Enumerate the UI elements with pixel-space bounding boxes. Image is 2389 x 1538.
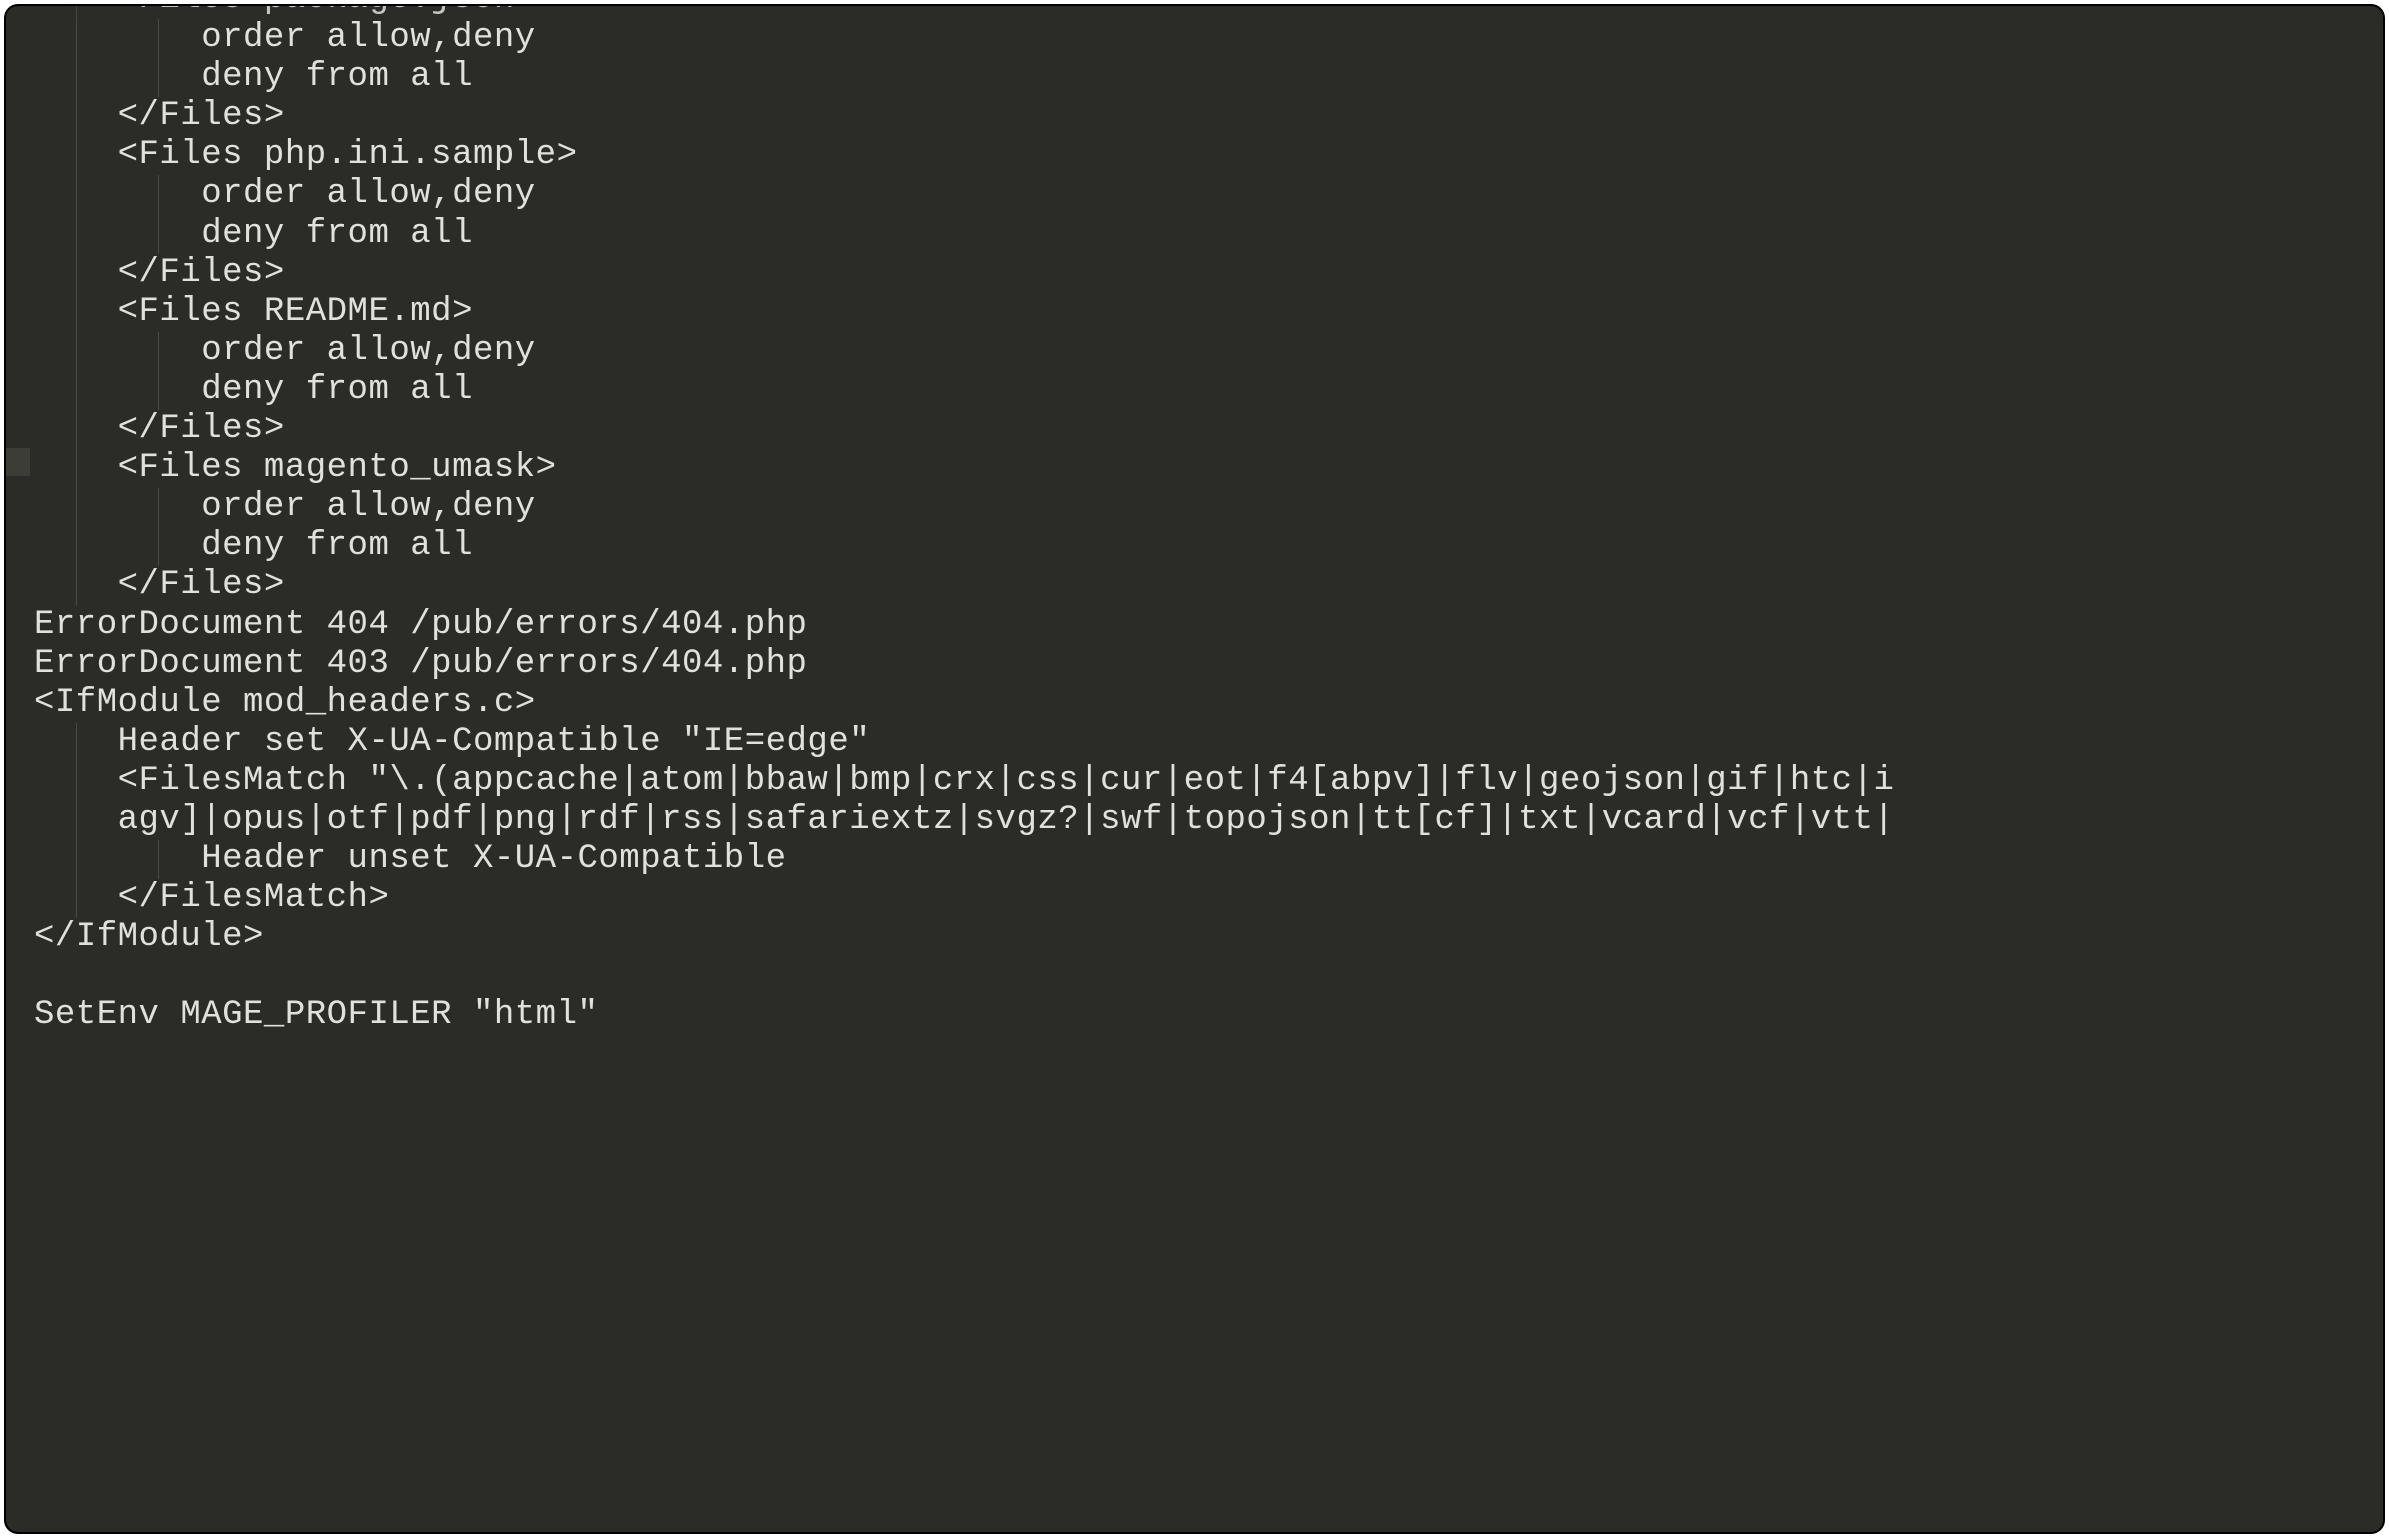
- indent-guide: [76, 879, 77, 918]
- code-line[interactable]: </Files>: [34, 97, 2383, 136]
- indent-guide: [76, 19, 77, 58]
- indent-guide: [76, 488, 77, 527]
- indent-guide: [76, 58, 77, 97]
- indent-guide: [76, 293, 77, 332]
- code-line[interactable]: order allow,deny: [34, 19, 2383, 58]
- code-line[interactable]: <Files magento_umask>: [34, 449, 2383, 488]
- code-line[interactable]: <Files package.json>: [34, 4, 2383, 19]
- indent-guide: [76, 175, 77, 214]
- code-line[interactable]: </IfModule>: [34, 918, 2383, 957]
- indent-guide: [76, 254, 77, 293]
- code-line[interactable]: ErrorDocument 403 /pub/errors/404.php: [34, 645, 2383, 684]
- indent-guide: [76, 527, 77, 566]
- indent-guide: [158, 488, 159, 527]
- indent-guide: [158, 840, 159, 879]
- code-line[interactable]: deny from all: [34, 215, 2383, 254]
- code-line[interactable]: order allow,deny: [34, 488, 2383, 527]
- indent-guide: [158, 19, 159, 58]
- code-line[interactable]: agv]|opus|otf|pdf|png|rdf|rss|safariextz…: [34, 801, 2383, 840]
- code-line[interactable]: </Files>: [34, 410, 2383, 449]
- indent-guide: [158, 371, 159, 410]
- code-line[interactable]: Header unset X-UA-Compatible: [34, 840, 2383, 879]
- indent-guide: [76, 449, 77, 488]
- indent-guide: [76, 4, 77, 19]
- code-line[interactable]: Header set X-UA-Compatible "IE=edge": [34, 723, 2383, 762]
- code-line[interactable]: </Files>: [34, 254, 2383, 293]
- indent-guide: [76, 215, 77, 254]
- code-line[interactable]: <FilesMatch "\.(appcache|atom|bbaw|bmp|c…: [34, 762, 2383, 801]
- code-line[interactable]: </FilesMatch>: [34, 879, 2383, 918]
- indent-guide: [76, 840, 77, 879]
- code-line[interactable]: <IfModule mod_headers.c>: [34, 684, 2383, 723]
- code-line[interactable]: order allow,deny: [34, 175, 2383, 214]
- indent-guide: [76, 371, 77, 410]
- indent-guide: [76, 762, 77, 801]
- code-line[interactable]: <Files php.ini.sample>: [34, 136, 2383, 175]
- indent-guide: [76, 332, 77, 371]
- indent-guide: [76, 136, 77, 175]
- indent-guide: [76, 566, 77, 605]
- indent-guide: [158, 527, 159, 566]
- code-editor-window: <Files package.json> order allow,deny de…: [4, 4, 2385, 1534]
- code-content[interactable]: <Files package.json> order allow,deny de…: [6, 4, 2383, 1036]
- code-line[interactable]: order allow,deny: [34, 332, 2383, 371]
- indent-guide: [158, 58, 159, 97]
- code-line[interactable]: <Files README.md>: [34, 293, 2383, 332]
- indent-guide: [158, 215, 159, 254]
- indent-guide: [76, 410, 77, 449]
- code-line[interactable]: deny from all: [34, 58, 2383, 97]
- code-line[interactable]: SetEnv MAGE_PROFILER "html": [34, 996, 2383, 1035]
- gutter-marker: [6, 448, 30, 476]
- code-line[interactable]: ErrorDocument 404 /pub/errors/404.php: [34, 606, 2383, 645]
- indent-guide: [76, 723, 77, 762]
- indent-guide: [158, 332, 159, 371]
- code-line[interactable]: [34, 957, 2383, 996]
- code-line[interactable]: </Files>: [34, 566, 2383, 605]
- indent-guide: [76, 801, 77, 840]
- indent-guide: [158, 175, 159, 214]
- code-line[interactable]: deny from all: [34, 527, 2383, 566]
- indent-guide: [76, 97, 77, 136]
- code-line[interactable]: deny from all: [34, 371, 2383, 410]
